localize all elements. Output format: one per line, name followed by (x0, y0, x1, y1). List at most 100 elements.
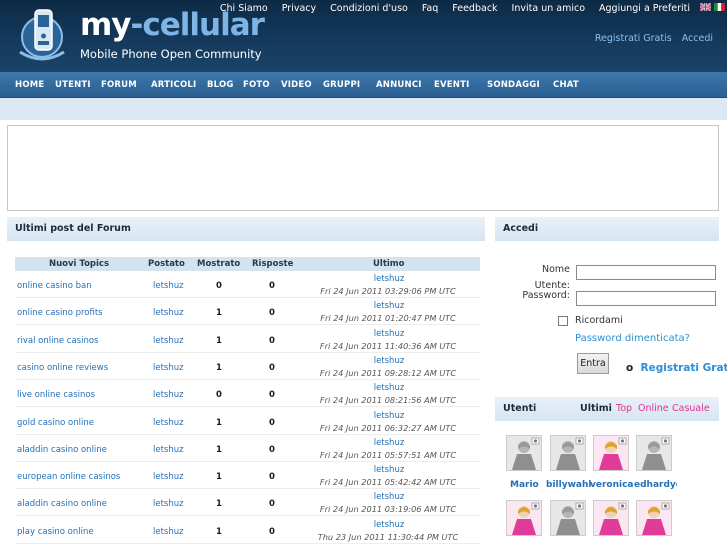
last-post-date: Fri 24 Jun 2011 01:20:47 PM UTC (320, 313, 456, 324)
last-post-date: Fri 24 Jun 2011 11:40:36 AM UTC (319, 340, 457, 351)
posted-by-link[interactable]: letshuz (153, 472, 184, 482)
last-user-link[interactable]: letshuz (335, 329, 443, 339)
tab-online[interactable]: Online (638, 403, 669, 414)
users-title: Utenti (503, 403, 537, 414)
user-avatar[interactable] (636, 435, 672, 471)
col-last: Ultimo (373, 259, 405, 269)
posted-by-link[interactable]: letshuz (153, 499, 184, 509)
posted-by-link[interactable]: letshuz (153, 336, 184, 346)
user-avatar[interactable] (550, 500, 586, 536)
views-count: 1 (216, 444, 222, 455)
topic-link[interactable]: live online casinos (17, 390, 95, 400)
nav-foto[interactable]: FOTO (243, 80, 270, 90)
username-input[interactable] (576, 265, 716, 280)
user-avatar[interactable] (636, 500, 672, 536)
tab-top[interactable]: Top (616, 403, 632, 414)
nav-chat[interactable]: CHAT (553, 80, 579, 90)
last-post-date: Fri 24 Jun 2011 08:21:56 AM UTC (319, 395, 457, 406)
tab-casuale[interactable]: Casuale (672, 403, 710, 414)
posted-by-link[interactable]: letshuz (153, 445, 184, 455)
posted-by-link[interactable]: letshuz (153, 308, 184, 318)
user-avatar[interactable] (593, 435, 629, 471)
login-link[interactable]: Accedi (682, 33, 713, 44)
nav-articoli[interactable]: ARTICOLI (151, 80, 196, 90)
replies-count: 0 (269, 472, 275, 483)
views-count: 1 (216, 417, 222, 428)
table-row: european online casinos letshuz 1 0 letshuz F… (15, 463, 480, 490)
nav-sondaggi[interactable]: SONDAGGI (487, 80, 540, 90)
user-avatar[interactable] (506, 500, 542, 536)
user-name-billywahl[interactable]: billywahl (546, 480, 591, 490)
col-views: Mostrato (197, 259, 241, 269)
views-count: 1 (216, 499, 222, 510)
last-post-date: Fri 24 Jun 2011 03:29:06 PM UTC (320, 286, 456, 296)
nav-forum[interactable]: FORUM (101, 80, 137, 90)
top-link-condizioni[interactable]: Condizioni d'uso (323, 3, 415, 15)
last-user-link[interactable]: letshuz (335, 438, 443, 448)
posted-by-link[interactable]: letshuz (153, 527, 184, 537)
tab-ultimi[interactable]: Ultimi (580, 403, 612, 414)
topic-link[interactable]: play casino online (17, 527, 94, 537)
last-user-link[interactable]: letshuz (335, 411, 443, 421)
last-user-link[interactable]: letshuz (335, 492, 443, 502)
top-link-preferiti[interactable]: Aggiungi a Preferiti (592, 3, 697, 15)
top-link-feedback[interactable]: Feedback (445, 3, 504, 15)
last-user-link[interactable]: letshuz (335, 383, 443, 393)
table-row: live online casinos letshuz 0 0 letshuz Fri 2… (15, 381, 480, 408)
topic-link[interactable]: online casino profits (17, 308, 103, 318)
user-name-edhardyc[interactable]: edhardyc (634, 480, 677, 490)
nav-video[interactable]: VIDEO (281, 80, 312, 90)
user-avatar[interactable] (593, 500, 629, 536)
posted-by-link[interactable]: letshuz (153, 363, 184, 373)
last-post-date: Fri 24 Jun 2011 05:42:42 AM UTC (319, 477, 457, 488)
replies-count: 0 (269, 335, 275, 346)
posted-by-link[interactable]: letshuz (153, 418, 184, 428)
top-link-faq[interactable]: Faq (415, 3, 445, 15)
user-avatar[interactable] (506, 435, 542, 471)
topic-link[interactable]: online casino ban (17, 281, 92, 291)
topic-link[interactable]: european online casinos (17, 472, 120, 482)
topic-link[interactable]: aladdin casino online (17, 445, 107, 455)
topic-link[interactable]: aladdin casino online (17, 499, 107, 509)
register-link[interactable]: Registrati Gratis (595, 33, 672, 44)
top-link-invita[interactable]: Invita un amico (505, 3, 592, 15)
table-row: casino online reviews letshuz 1 0 letshuz Fri… (15, 354, 480, 380)
logo-icon[interactable] (14, 6, 76, 64)
topic-link[interactable]: casino online reviews (17, 363, 108, 373)
topic-link[interactable]: gold casino online (17, 418, 94, 428)
login-submit-button[interactable]: Entra (577, 353, 609, 374)
last-user-link[interactable]: letshuz (335, 356, 443, 366)
nav-eventi[interactable]: EVENTI (434, 80, 469, 90)
user-avatar[interactable] (550, 435, 586, 471)
replies-count: 0 (269, 390, 275, 401)
last-user-link[interactable]: letshuz (335, 301, 443, 311)
topic-link[interactable]: rival online casinos (17, 336, 98, 346)
col-replies: Risposte (252, 259, 294, 269)
last-post-date: Thu 23 Jun 2011 11:30:44 PM UTC (317, 531, 459, 542)
banner-area (7, 125, 719, 211)
nav-blog[interactable]: BLOG (207, 80, 234, 90)
posted-by-link[interactable]: letshuz (153, 390, 184, 400)
remember-checkbox[interactable] (558, 316, 568, 326)
uk-flag-icon[interactable] (700, 3, 711, 11)
user-name-veronica[interactable]: veronica (590, 480, 634, 490)
replies-count: 0 (269, 444, 275, 455)
nav-annunci[interactable]: ANNUNCI (376, 80, 422, 90)
top-link-privacy[interactable]: Privacy (275, 3, 323, 15)
posted-by-link[interactable]: letshuz (153, 281, 184, 291)
nav-utenti[interactable]: UTENTI (55, 80, 91, 90)
top-links: Chi Siamo Privacy Condizioni d'uso Faq F… (213, 3, 697, 15)
last-user-link[interactable]: letshuz (335, 465, 443, 475)
nav-gruppi[interactable]: GRUPPI (323, 80, 360, 90)
site-header: my-cellular Mobile Phone Open Community … (0, 0, 727, 72)
top-link-chi-siamo[interactable]: Chi Siamo (213, 3, 275, 15)
register-link-panel[interactable]: Registrati Grat (641, 362, 727, 374)
forgot-password-link[interactable]: Password dimenticata? (575, 333, 690, 344)
italy-flag-icon[interactable] (714, 3, 725, 11)
last-user-link[interactable]: letshuz (335, 520, 443, 530)
sub-nav-bar (0, 98, 727, 120)
password-input[interactable] (576, 291, 716, 306)
user-name-mario[interactable]: Mario (510, 480, 539, 490)
last-user-link[interactable]: letshuz (335, 274, 443, 284)
nav-home[interactable]: HOME (15, 80, 44, 90)
